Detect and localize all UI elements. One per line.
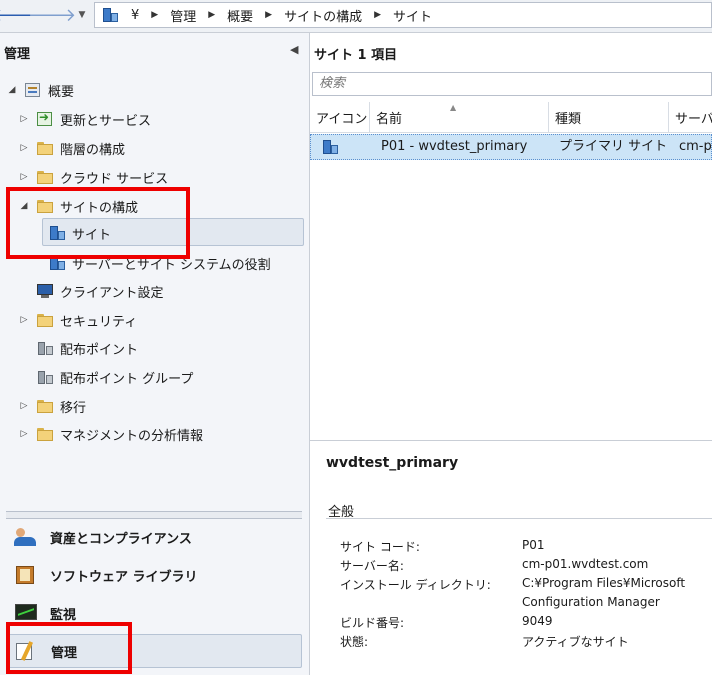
forward-arrow-icon[interactable]: 🡒 bbox=[28, 4, 76, 26]
tree-item-distribution-points[interactable]: 配布ポイント bbox=[36, 335, 138, 361]
breadcrumb-root[interactable]: ¥ bbox=[131, 8, 139, 23]
property-value-site-code: P01 bbox=[522, 538, 545, 552]
address-breadcrumb[interactable]: ¥ ▶ 管理 ▶ 概要 ▶ サイトの構成 ▶ サイト bbox=[94, 2, 712, 28]
tree-item-label: クラウド サービス bbox=[60, 171, 169, 187]
property-value-build-number: 9049 bbox=[522, 614, 553, 628]
breadcrumb-separator-icon[interactable]: ▶ bbox=[151, 10, 158, 20]
workspace-label: ソフトウェア ライブラリ bbox=[50, 569, 198, 585]
update-icon bbox=[36, 110, 54, 127]
workspace-label: 監視 bbox=[50, 607, 77, 623]
highlight-box-administration bbox=[6, 622, 132, 674]
distribution-point-icon bbox=[36, 369, 54, 385]
property-label-state: 状態: bbox=[340, 635, 369, 649]
folder-icon bbox=[36, 398, 54, 414]
breadcrumb-sites[interactable]: サイト bbox=[393, 6, 432, 25]
overview-icon bbox=[24, 82, 42, 98]
breadcrumb-separator-icon[interactable]: ▶ bbox=[265, 10, 272, 20]
property-value-install-directory-cont: Configuration Manager bbox=[522, 595, 660, 609]
breadcrumb-administration[interactable]: 管理 bbox=[170, 6, 196, 25]
expanded-arrow-icon[interactable]: ◢ bbox=[6, 85, 18, 95]
column-header-name[interactable]: 名前 bbox=[370, 102, 549, 132]
column-header-server[interactable]: サーバー bbox=[669, 102, 712, 132]
tree-item-label: マネジメントの分析情報 bbox=[60, 428, 204, 444]
section-divider bbox=[326, 518, 712, 519]
workspace-assets-and-compliance[interactable]: 資産とコンプライアンス bbox=[6, 520, 302, 554]
sort-ascending-icon: ▲ bbox=[450, 103, 457, 112]
cell-type: プライマリ サイト bbox=[559, 139, 668, 154]
column-header-type[interactable]: 種類 bbox=[549, 102, 669, 132]
search-input[interactable]: 検索 bbox=[312, 72, 712, 96]
table-row[interactable]: P01 - wvdtest_primary プライマリ サイト cm-p bbox=[310, 134, 712, 160]
tree-item-label: 更新とサービス bbox=[60, 113, 152, 129]
tree-item-label: 配布ポイント グループ bbox=[60, 371, 194, 387]
tree-item-label: 階層の構成 bbox=[60, 142, 126, 158]
collapse-pane-icon[interactable]: ◀ bbox=[290, 43, 298, 56]
tree-item-updates-and-servicing[interactable]: ▷ 更新とサービス bbox=[18, 106, 151, 132]
tree-item-label: 概要 bbox=[48, 84, 75, 100]
tree-item-label: 配布ポイント bbox=[60, 342, 139, 358]
grid-header: アイコン 名前 種類 サーバー bbox=[310, 102, 712, 133]
tree-item-label: 移行 bbox=[60, 400, 87, 416]
tree-item-distribution-point-groups[interactable]: 配布ポイント グループ bbox=[36, 364, 193, 390]
back-arrow-icon[interactable]: 🡐 bbox=[0, 4, 40, 26]
folder-icon bbox=[36, 312, 54, 328]
column-header-icon[interactable]: アイコン bbox=[310, 102, 370, 132]
collapsed-arrow-icon[interactable]: ▷ bbox=[18, 315, 30, 325]
pane-title: 管理 bbox=[4, 47, 31, 62]
property-value-install-directory: C:¥Program Files¥Microsoft bbox=[522, 576, 686, 590]
tree-item-hierarchy-configuration[interactable]: ▷ 階層の構成 bbox=[18, 135, 125, 161]
site-server-icon bbox=[101, 7, 119, 23]
monitoring-icon bbox=[14, 602, 40, 624]
assets-icon bbox=[14, 526, 40, 548]
list-title: サイト 1 項目 bbox=[314, 48, 398, 63]
tree-item-management-insights[interactable]: ▷ マネジメントの分析情報 bbox=[18, 421, 203, 447]
folder-icon bbox=[36, 426, 54, 442]
details-title: wvdtest_primary bbox=[326, 455, 459, 471]
tree-item-overview[interactable]: ◢ 概要 bbox=[6, 77, 74, 103]
collapsed-arrow-icon[interactable]: ▷ bbox=[18, 429, 30, 439]
folder-icon bbox=[36, 140, 54, 156]
cell-name: P01 - wvdtest_primary bbox=[381, 139, 528, 154]
monitor-icon bbox=[36, 283, 54, 299]
workspace-label: 資産とコンプライアンス bbox=[50, 531, 192, 547]
collapsed-arrow-icon[interactable]: ▷ bbox=[18, 114, 30, 124]
workspace-software-library[interactable]: ソフトウェア ライブラリ bbox=[6, 558, 302, 592]
tree-item-security[interactable]: ▷ セキュリティ bbox=[18, 307, 137, 333]
history-dropdown-icon[interactable]: ▼ bbox=[70, 4, 94, 26]
tree-item-label: クライアント設定 bbox=[60, 285, 164, 301]
tree-item-migration[interactable]: ▷ 移行 bbox=[18, 393, 86, 419]
collapsed-arrow-icon[interactable]: ▷ bbox=[18, 143, 30, 153]
property-label-build-number: ビルド番号: bbox=[340, 616, 405, 630]
navigation-pane: 管理 ◀ ◢ 概要 ▷ 更新とサービス ▷ 階層の構成 ▷ クラウド サービス … bbox=[0, 33, 310, 675]
collapsed-arrow-icon[interactable]: ▷ bbox=[18, 172, 30, 182]
breadcrumb-site-configuration[interactable]: サイトの構成 bbox=[284, 6, 362, 25]
collapsed-arrow-icon[interactable]: ▷ bbox=[18, 401, 30, 411]
breadcrumb-overview[interactable]: 概要 bbox=[227, 6, 253, 25]
software-library-icon bbox=[14, 564, 40, 586]
breadcrumb-separator-icon[interactable]: ▶ bbox=[374, 10, 381, 20]
tree-item-client-settings[interactable]: クライアント設定 bbox=[36, 278, 163, 304]
cell-server: cm-p bbox=[679, 139, 712, 154]
highlight-box-site-configuration bbox=[6, 187, 190, 259]
folder-icon bbox=[36, 169, 54, 185]
property-value-server-name: cm-p01.wvdtest.com bbox=[522, 557, 649, 571]
property-value-state: アクティブなサイト bbox=[522, 635, 629, 649]
property-label-site-code: サイト コード: bbox=[340, 540, 420, 554]
tree-item-label: セキュリティ bbox=[60, 314, 138, 330]
pane-splitter[interactable] bbox=[6, 511, 302, 519]
site-server-icon bbox=[321, 139, 339, 155]
property-label-server-name: サーバー名: bbox=[340, 559, 404, 573]
navigation-bar: 🡐 🡒 ▼ ¥ ▶ 管理 ▶ 概要 ▶ サイトの構成 ▶ サイト bbox=[0, 0, 712, 33]
property-label-install-directory: インストール ディレクトリ: bbox=[340, 578, 491, 592]
breadcrumb-separator-icon[interactable]: ▶ bbox=[208, 10, 215, 20]
distribution-point-icon bbox=[36, 340, 54, 356]
